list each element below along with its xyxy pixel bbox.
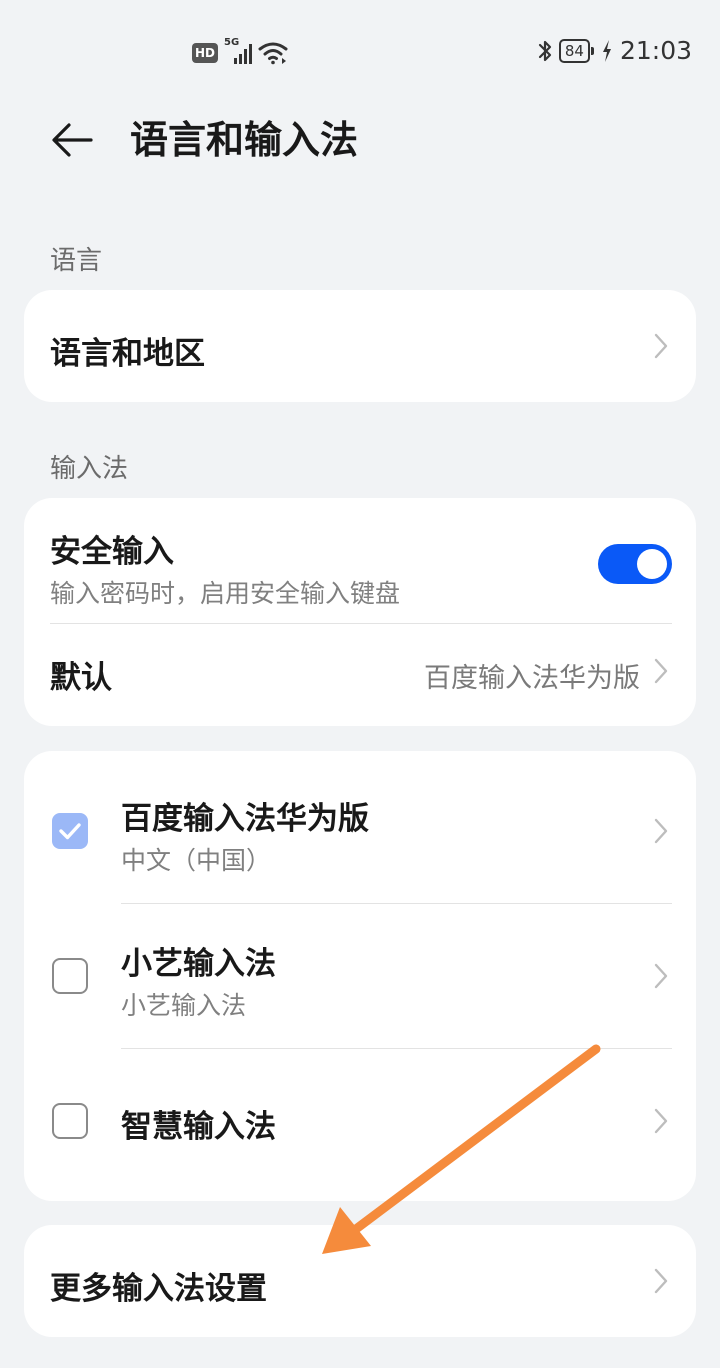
input-settings-card: 安全输入 输入密码时，启用安全输入键盘 默认 百度输入法华为版 bbox=[24, 498, 696, 726]
wifi-icon bbox=[258, 42, 288, 65]
checkmark-icon bbox=[59, 823, 81, 840]
more-input-settings-label: 更多输入法设置 bbox=[50, 1271, 267, 1307]
hd-icon: HD bbox=[192, 43, 219, 63]
xiaoyi-checkbox[interactable] bbox=[52, 958, 88, 994]
chevron-right-icon bbox=[654, 658, 668, 684]
battery-level: 84 bbox=[564, 41, 584, 60]
input-method-subtitle: 小艺输入法 bbox=[121, 991, 247, 1020]
input-method-subtitle: 中文（中国） bbox=[121, 846, 272, 875]
default-input-value: 百度输入法华为版 bbox=[424, 663, 640, 694]
bluetooth-icon bbox=[538, 40, 551, 61]
chevron-right-icon bbox=[654, 1268, 668, 1294]
secure-input-row: 安全输入 输入密码时，启用安全输入键盘 bbox=[24, 498, 696, 622]
back-button[interactable] bbox=[44, 112, 100, 168]
more-input-settings-row[interactable]: 更多输入法设置 bbox=[24, 1225, 696, 1337]
page-title: 语言和输入法 bbox=[130, 118, 359, 162]
language-region-row[interactable]: 语言和地区 bbox=[24, 290, 696, 402]
section-label-language: 语言 bbox=[50, 246, 103, 276]
input-method-item-baidu[interactable]: 百度输入法华为版 中文（中国） bbox=[24, 751, 696, 903]
chevron-right-icon bbox=[654, 333, 668, 359]
language-card: 语言和地区 bbox=[24, 290, 696, 402]
status-bar: HD 5G 84 21:03 bbox=[0, 0, 720, 100]
toggle-knob bbox=[637, 549, 667, 579]
secure-input-label: 安全输入 bbox=[50, 534, 174, 570]
baidu-checkbox[interactable] bbox=[52, 813, 88, 849]
smart-input-checkbox[interactable] bbox=[52, 1103, 88, 1139]
status-time: 21:03 bbox=[619, 36, 692, 65]
input-method-title: 智慧输入法 bbox=[121, 1109, 276, 1145]
chevron-right-icon bbox=[654, 1108, 668, 1134]
default-input-label: 默认 bbox=[50, 660, 112, 696]
input-method-item-xiaoyi[interactable]: 小艺输入法 小艺输入法 bbox=[24, 904, 696, 1048]
status-bar-signals: HD 5G bbox=[192, 37, 288, 68]
secure-input-toggle[interactable] bbox=[598, 544, 672, 584]
5g-signal-icon: 5G bbox=[224, 37, 253, 66]
default-input-row[interactable]: 默认 百度输入法华为版 bbox=[24, 624, 696, 726]
status-bar-right: 84 21:03 bbox=[537, 36, 692, 65]
chevron-right-icon bbox=[654, 963, 668, 989]
input-methods-card: 百度输入法华为版 中文（中国） 小艺输入法 小艺输入法 智慧输入法 bbox=[24, 751, 696, 1201]
charging-icon bbox=[602, 39, 611, 62]
more-settings-card: 更多输入法设置 bbox=[24, 1225, 696, 1337]
input-method-title: 小艺输入法 bbox=[121, 946, 276, 982]
secure-input-description: 输入密码时，启用安全输入键盘 bbox=[50, 579, 401, 608]
chevron-right-icon bbox=[654, 818, 668, 844]
input-method-item-smart[interactable]: 智慧输入法 bbox=[24, 1049, 696, 1201]
language-region-label: 语言和地区 bbox=[50, 336, 205, 372]
battery-icon: 84 bbox=[558, 38, 595, 63]
section-label-input: 输入法 bbox=[50, 454, 129, 484]
input-method-title: 百度输入法华为版 bbox=[121, 801, 369, 837]
back-arrow-icon bbox=[52, 123, 93, 157]
